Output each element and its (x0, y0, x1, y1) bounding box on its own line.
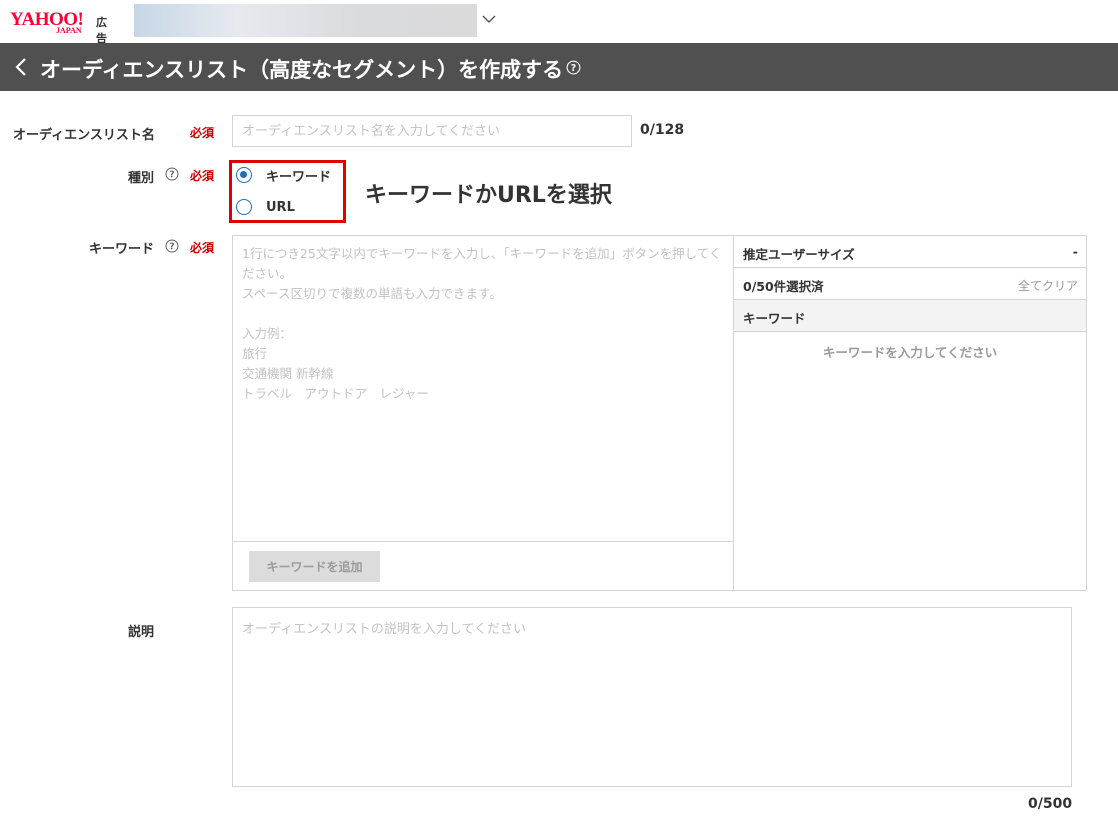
page-title: オーディエンスリスト（高度なセグメント）を作成する (40, 58, 564, 82)
type-required-badge: 必須 (190, 169, 215, 183)
add-keyword-button[interactable]: キーワードを追加 (249, 551, 380, 582)
type-annotation: キーワードかURLを選択 (365, 183, 612, 208)
keyword-input-footer: キーワードを追加 (233, 541, 733, 590)
radio-button-unchecked[interactable] (236, 199, 252, 215)
radio-url-label: URL (266, 199, 295, 215)
clear-all-link[interactable]: 全てクリア (1018, 277, 1078, 294)
chevron-left-icon[interactable] (12, 57, 30, 77)
radio-keyword-label: キーワード (266, 169, 332, 185)
list-name-char-counter: 0/128 (640, 122, 685, 138)
estimated-user-size-row: 推定ユーザーサイズ - (734, 236, 1086, 268)
estimated-user-size-value: - (1072, 244, 1078, 259)
page-title-bar: オーディエンスリスト（高度なセグメント）を作成する ? (0, 43, 1118, 91)
logo-ad-text: 広告 (96, 16, 107, 45)
description-label: 説明 (128, 625, 155, 640)
radio-keyword[interactable]: キーワード (236, 166, 332, 185)
description-char-counter: 0/500 (1028, 796, 1073, 812)
question-circle-icon[interactable]: ? (165, 239, 179, 253)
radio-url[interactable]: URL (236, 198, 295, 216)
keyword-label: キーワード (89, 242, 155, 257)
keyword-textarea[interactable] (233, 236, 733, 541)
list-name-input[interactable] (232, 115, 632, 147)
selected-count-row: 0/50件選択済 全てクリア (734, 268, 1086, 300)
svg-text:?: ? (169, 170, 174, 180)
description-textarea[interactable] (232, 607, 1072, 787)
keyword-empty-message: キーワードを入力してください (822, 345, 998, 360)
keyword-column-header-label: キーワード (743, 311, 806, 326)
radio-button-checked[interactable] (236, 167, 252, 183)
question-circle-icon[interactable]: ? (165, 167, 179, 181)
top-bar: YAHOO! JAPAN 広告 (0, 0, 1118, 45)
account-selector[interactable] (134, 4, 477, 37)
keyword-input-panel: キーワードを追加 (232, 235, 734, 591)
type-label: 種別 (128, 171, 155, 186)
svg-text:?: ? (571, 63, 576, 74)
selected-count-label: 0/50件選択済 (743, 279, 824, 294)
list-name-label: オーディエンスリスト名 (13, 128, 155, 143)
list-name-required-badge: 必須 (190, 126, 215, 140)
svg-text:?: ? (169, 242, 174, 252)
question-circle-icon[interactable]: ? (566, 60, 581, 75)
keyword-column-header: キーワード (734, 300, 1086, 332)
yahoo-ads-logo[interactable]: YAHOO! JAPAN 広告 (10, 9, 107, 45)
logo-japan-text: JAPAN (56, 26, 82, 35)
chevron-down-icon[interactable] (482, 12, 496, 26)
keyword-required-badge: 必須 (190, 241, 215, 255)
estimated-user-size-label: 推定ユーザーサイズ (743, 247, 855, 262)
keyword-selection-panel: 推定ユーザーサイズ - 0/50件選択済 全てクリア キーワード キーワードを入… (733, 235, 1087, 591)
